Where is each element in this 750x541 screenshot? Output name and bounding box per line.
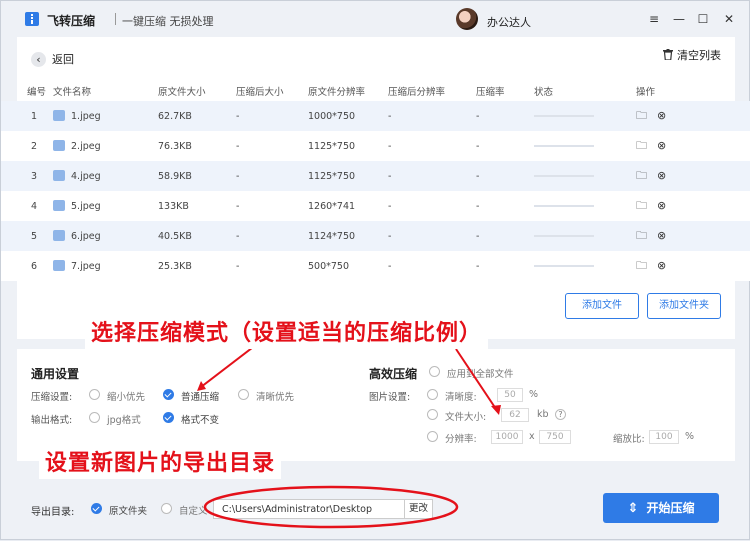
app-window: 飞转压缩 一键压缩 无损处理 办公达人 ≡ — ☐ ✕ ‹ 返回 清空列表 编号 … [0, 0, 750, 540]
annotation-mode: 选择压缩模式（设置适当的压缩比例） [85, 313, 489, 349]
arrowhead-normal-compress [197, 381, 206, 391]
annotation-directory: 设置新图片的导出目录 [39, 443, 282, 479]
path-highlight-circle [203, 485, 459, 529]
arrow-to-filesize [455, 348, 497, 410]
arrowhead-filesize [491, 405, 501, 415]
